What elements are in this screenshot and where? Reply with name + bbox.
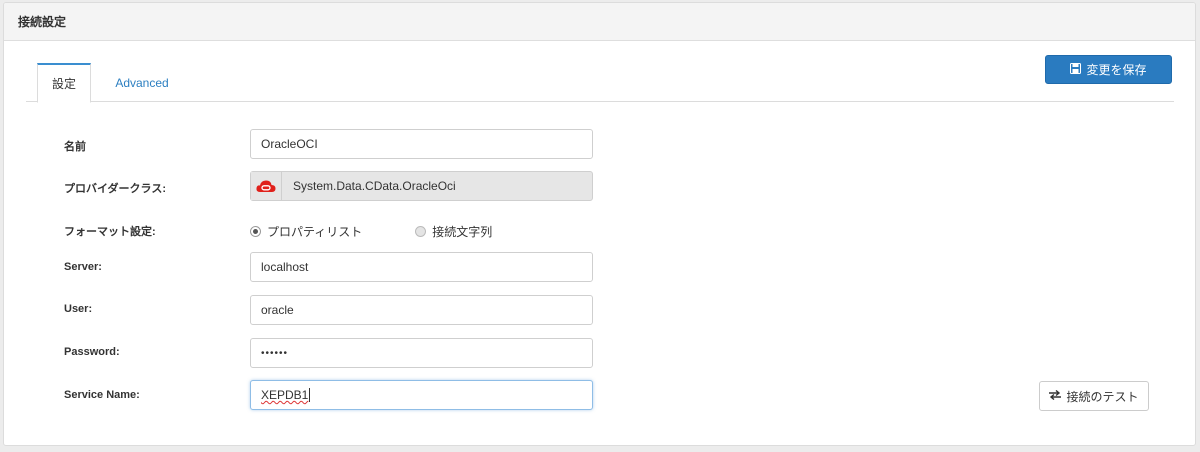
format-radio-group: プロパティリスト 接続文字列 — [250, 223, 492, 239]
save-changes-button[interactable]: 変更を保存 — [1045, 55, 1172, 84]
radio-connection-string-label: 接続文字列 — [432, 224, 493, 239]
radio-connection-string[interactable]: 接続文字列 — [415, 223, 492, 240]
user-input[interactable]: oracle — [250, 295, 593, 325]
service-name-value: XEPDB1 — [261, 388, 309, 402]
name-input[interactable]: OracleOCI — [250, 129, 593, 159]
password-label: Password: — [64, 346, 120, 358]
tab-settings[interactable]: 設定 — [37, 63, 91, 103]
service-name-label: Service Name: — [64, 389, 140, 401]
service-name-input[interactable]: XEPDB1 — [250, 380, 593, 410]
radio-property-list-label: プロパティリスト — [267, 224, 363, 239]
radio-property-list[interactable]: プロパティリスト — [250, 223, 362, 240]
oracle-cloud-icon — [251, 172, 282, 200]
user-value: oracle — [261, 303, 294, 317]
format-label: フォーマット設定: — [64, 226, 156, 238]
password-input[interactable]: •••••• — [250, 338, 593, 368]
provider-class-field: System.Data.CData.OracleOci — [250, 171, 593, 201]
swap-arrows-icon — [1049, 389, 1062, 403]
server-input[interactable]: localhost — [250, 252, 593, 282]
user-label: User: — [64, 303, 93, 315]
provider-class-label: プロバイダークラス: — [64, 183, 167, 195]
server-label: Server: — [64, 261, 102, 273]
test-connection-button[interactable]: 接続のテスト — [1039, 381, 1149, 411]
text-caret — [309, 388, 311, 402]
provider-class-value: System.Data.CData.OracleOci — [293, 179, 456, 193]
password-value: •••••• — [261, 347, 289, 359]
test-connection-label: 接続のテスト — [1066, 389, 1139, 404]
save-icon — [1070, 62, 1082, 77]
server-value: localhost — [261, 260, 309, 274]
panel-title: 接続設定 — [4, 3, 1195, 41]
name-value: OracleOCI — [261, 137, 318, 151]
tab-bar: 設定 Advanced — [26, 63, 1174, 103]
radio-unchecked-icon — [415, 225, 427, 237]
radio-checked-icon — [250, 225, 261, 237]
connection-settings-panel: 接続設定 設定 Advanced 変更を保存 名前 OracleOCI プロバイ… — [3, 2, 1196, 446]
name-label: 名前 — [64, 141, 86, 153]
tab-advanced[interactable]: Advanced — [106, 63, 178, 102]
save-changes-label: 変更を保存 — [1086, 63, 1147, 77]
